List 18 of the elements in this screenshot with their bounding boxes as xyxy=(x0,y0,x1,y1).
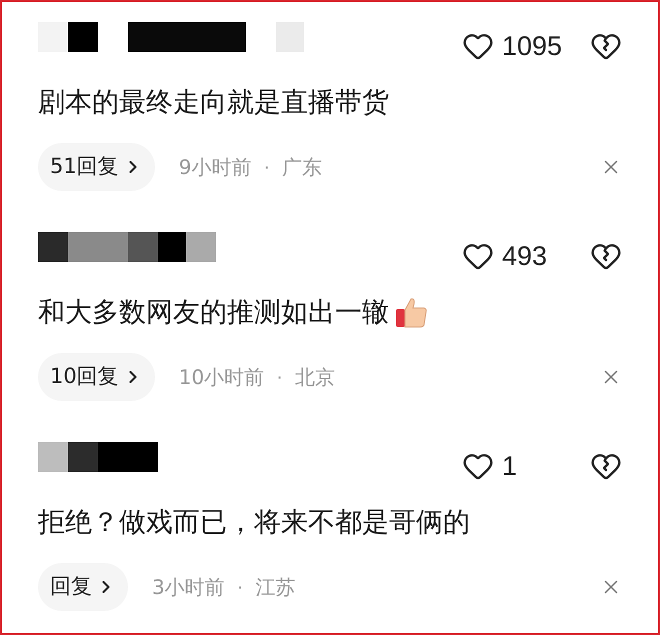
dot-separator: · xyxy=(276,364,283,390)
comment-text: 剧本的最终走向就是直播带货 xyxy=(38,86,389,120)
replies-button[interactable]: 回复 xyxy=(38,563,128,610)
replies-button[interactable]: 10回复 xyxy=(38,353,155,400)
comment-location: 江苏 xyxy=(255,574,296,601)
comment-location: 北京 xyxy=(294,364,335,391)
comment-time: 10小时前 xyxy=(178,364,264,391)
comment-location: 广东 xyxy=(282,154,322,181)
comment-text: 和大多数网友的推测如出一辙 xyxy=(38,296,389,330)
comment-time: 9小时前 xyxy=(178,154,252,181)
dot-separator: · xyxy=(236,574,244,600)
comment-time: 3小时前 xyxy=(152,574,225,601)
dot-separator: · xyxy=(263,154,270,180)
like-count: 493 xyxy=(502,240,548,273)
comment-text: 拒绝？做戏而已，将来不都是哥俩的 xyxy=(38,506,470,540)
like-count: 1095 xyxy=(502,30,564,63)
replies-button[interactable]: 51回复 xyxy=(38,143,155,190)
like-count: 1 xyxy=(502,450,518,483)
